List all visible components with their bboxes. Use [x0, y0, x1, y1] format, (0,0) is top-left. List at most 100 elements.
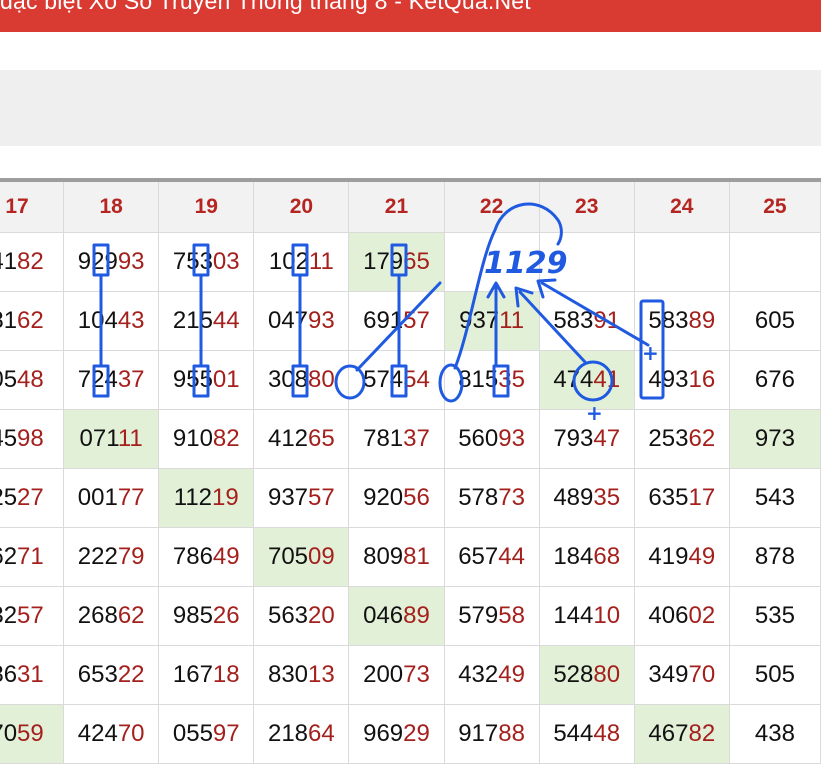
- result-tail-digits: 16: [688, 366, 716, 393]
- result-tail-digits: 35: [498, 366, 525, 393]
- result-tail-digits: 64: [308, 720, 335, 747]
- result-head-digits: 167: [172, 661, 213, 688]
- result-cell: 25362: [633, 409, 730, 469]
- result-tail-digits: 68: [593, 543, 621, 570]
- result-cell: [728, 232, 821, 292]
- result-head-digits: 45: [0, 425, 18, 452]
- result-head-digits: 815: [458, 366, 499, 393]
- result-cell: 30880: [253, 350, 350, 410]
- result-head-digits: 724: [77, 366, 118, 393]
- result-tail-digits: 41: [593, 366, 621, 393]
- result-cell: 505: [728, 645, 821, 705]
- result-tail-digits: 59: [17, 720, 44, 747]
- result-head-digits: 62: [0, 543, 18, 570]
- result-tail-digits: 26: [212, 602, 240, 629]
- table-row: 2527001771121993757920565787348935635175…: [0, 468, 821, 528]
- result-cell: 8631: [0, 645, 65, 705]
- result-cell: 93711: [443, 291, 540, 351]
- result-tail-digits: 02: [688, 602, 716, 629]
- result-cell: 81535: [443, 350, 540, 410]
- column-header: 25: [728, 178, 821, 233]
- result-head-digits: 432: [458, 661, 499, 688]
- result-head-digits: 753: [172, 248, 213, 275]
- result-head-digits: 308: [267, 366, 309, 393]
- result-tail-digits: 82: [17, 248, 44, 275]
- result-cell: 14410: [538, 586, 635, 646]
- result-cell: 11219: [158, 468, 255, 528]
- result-head-digits: 574: [363, 366, 404, 393]
- result-tail-digits: 10: [593, 602, 621, 629]
- result-tail-digits: 93: [117, 248, 145, 275]
- result-cell: 72437: [63, 350, 160, 410]
- result-cell: 17965: [348, 232, 445, 292]
- result-cell: 04793: [253, 291, 350, 351]
- result-tail-digits: 48: [593, 720, 621, 747]
- result-tail-digits: 89: [403, 602, 430, 629]
- result-tail-digits: 11: [308, 248, 334, 275]
- result-tail-digits: 70: [117, 720, 145, 747]
- result-tail-digits: 20: [308, 602, 335, 629]
- result-cell: 4182: [0, 232, 65, 292]
- result-cell: 26862: [63, 586, 160, 646]
- result-head-digits: 657: [458, 543, 499, 570]
- result-head-digits: 973: [754, 425, 795, 452]
- result-tail-digits: 27: [17, 484, 44, 511]
- result-head-digits: 937: [267, 484, 309, 511]
- result-cell: 65322: [63, 645, 160, 705]
- column-header: 23: [538, 178, 635, 233]
- result-cell: 16718: [158, 645, 255, 705]
- result-tail-digits: 22: [117, 661, 145, 688]
- result-head-digits: 605: [754, 307, 795, 334]
- result-tail-digits: 58: [498, 602, 525, 629]
- table-row: 4598071119108241265781375609379347253629…: [0, 409, 821, 469]
- result-cell: 00177: [63, 468, 160, 528]
- result-tail-digits: 43: [117, 307, 145, 334]
- result-cell: 676: [728, 350, 821, 410]
- result-head-digits: 268: [77, 602, 118, 629]
- result-tail-digits: 65: [403, 248, 430, 275]
- result-cell: [443, 232, 540, 292]
- result-head-digits: 144: [553, 602, 594, 629]
- result-tail-digits: 62: [117, 602, 145, 629]
- column-header: 17: [0, 178, 65, 233]
- result-cell: 535: [728, 586, 821, 646]
- result-tail-digits: 29: [403, 720, 430, 747]
- result-tail-digits: 13: [308, 661, 335, 688]
- result-tail-digits: 01: [212, 366, 240, 393]
- result-head-digits: 676: [754, 366, 795, 393]
- result-cell: 58391: [538, 291, 635, 351]
- column-header: 24: [633, 178, 730, 233]
- result-head-digits: 412: [267, 425, 309, 452]
- result-tail-digits: 80: [593, 661, 621, 688]
- result-head-digits: 583: [648, 307, 689, 334]
- result-head-digits: 001: [77, 484, 118, 511]
- result-head-digits: 253: [648, 425, 689, 452]
- result-tail-digits: 48: [17, 366, 44, 393]
- result-head-digits: 419: [648, 543, 689, 570]
- column-header: 19: [158, 178, 255, 233]
- result-cell: [538, 232, 635, 292]
- page-title: đặc biệt Xổ Số Truyền Thống tháng 8 - Ke…: [0, 0, 531, 14]
- result-tail-digits: 70: [688, 661, 716, 688]
- result-tail-digits: 37: [117, 366, 145, 393]
- result-cell: 56320: [253, 586, 350, 646]
- result-tail-digits: 65: [308, 425, 335, 452]
- result-tail-digits: 47: [593, 425, 621, 452]
- result-cell: 75303: [158, 232, 255, 292]
- result-cell: 92993: [63, 232, 160, 292]
- result-head-digits: 104: [77, 307, 118, 334]
- table-body: 4182929937530310211179658162104432154404…: [0, 232, 821, 764]
- result-cell: 6271: [0, 527, 65, 587]
- result-cell: 2527: [0, 468, 65, 528]
- result-head-digits: 809: [363, 543, 404, 570]
- result-tail-digits: 80: [308, 366, 335, 393]
- result-cell: 10211: [253, 232, 350, 292]
- result-cell: 83013: [253, 645, 350, 705]
- result-head-digits: 41: [0, 248, 18, 275]
- result-cell: 57958: [443, 586, 540, 646]
- result-cell: 95501: [158, 350, 255, 410]
- result-tail-digits: 56: [403, 484, 430, 511]
- result-head-digits: 535: [754, 602, 795, 629]
- result-cell: 21544: [158, 291, 255, 351]
- result-head-digits: 071: [79, 425, 118, 452]
